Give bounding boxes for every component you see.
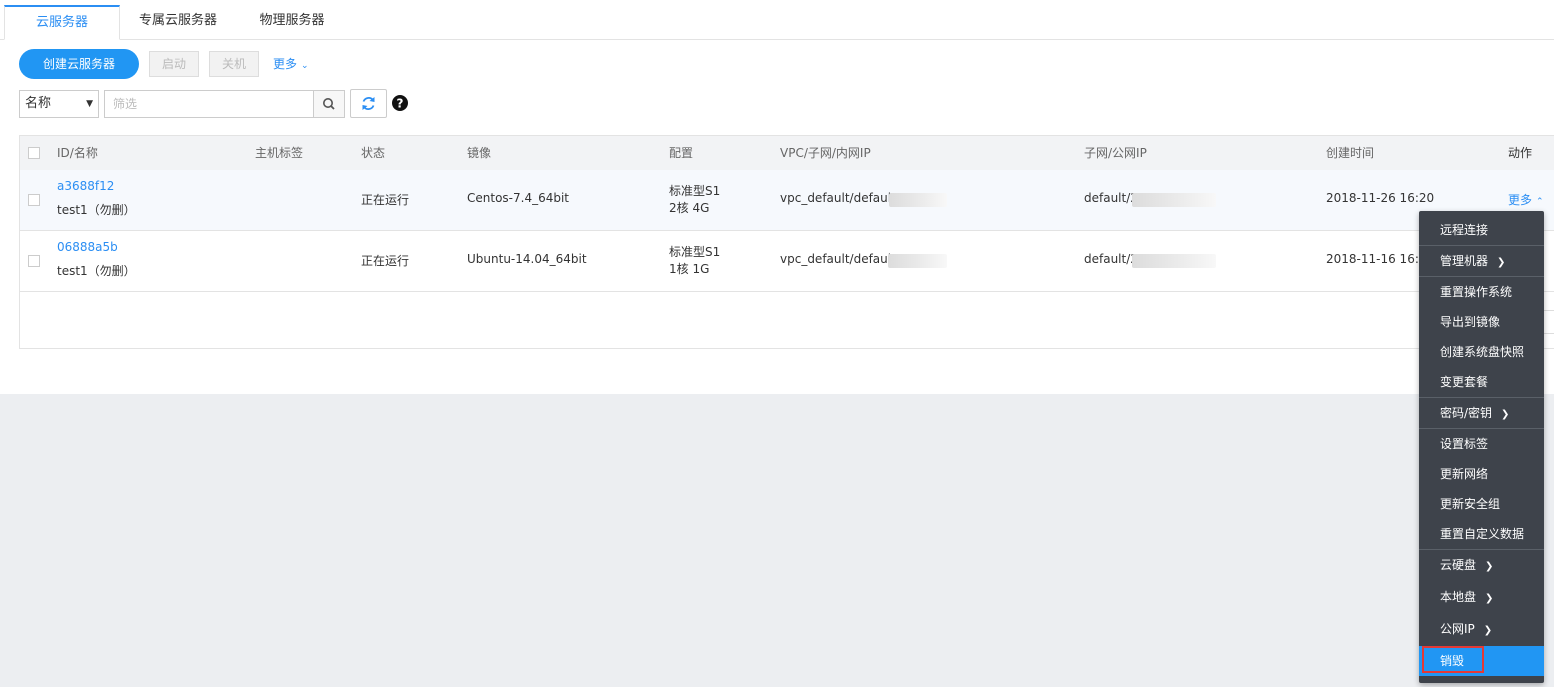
server-config-type: 标准型S1 — [669, 184, 721, 198]
row-actions-menu: 远程连接 管理机器 ❯ 重置操作系统 导出到镜像 创建系统盘快照 变更套餐 密码/… — [1419, 211, 1544, 683]
menu-item-label: 本地盘 — [1440, 590, 1477, 604]
chevron-right-icon: ❯ — [1497, 257, 1506, 268]
server-config-type: 标准型S1 — [669, 245, 721, 259]
chevron-right-icon: ❯ — [1483, 625, 1493, 636]
row-more-dropdown[interactable]: 更多 ⌃ — [1508, 191, 1544, 208]
menu-manage-machine[interactable]: 管理机器 ❯ — [1419, 246, 1544, 276]
server-config-spec: 1核 1G — [669, 262, 710, 276]
row-more-label: 更多 — [1508, 193, 1533, 207]
menu-set-tags[interactable]: 设置标签 — [1419, 429, 1544, 459]
filter-field-select[interactable]: 名称 ▼ — [19, 90, 99, 118]
chevron-up-icon: ⌃ — [1536, 197, 1544, 207]
start-button[interactable]: 启动 — [149, 51, 199, 77]
menu-item-label: 更新安全组 — [1440, 497, 1501, 511]
menu-reset-custom-data[interactable]: 重置自定义数据 — [1419, 519, 1544, 549]
menu-item-label: 创建系统盘快照 — [1440, 345, 1525, 359]
table-row: 06888a5b test1（勿删） 正在运行 Ubuntu-14.04_64b… — [20, 231, 1554, 292]
refresh-button[interactable] — [350, 89, 387, 118]
server-public-ip: default/2 — [1084, 252, 1138, 266]
tab-bar: 云服务器 专属云服务器 物理服务器 — [0, 0, 1554, 40]
menu-item-label: 更新网络 — [1440, 467, 1489, 481]
destroy-highlight-outline — [1422, 646, 1484, 673]
col-public-ip: 子网/公网IP — [1084, 146, 1147, 160]
menu-item-label: 变更套餐 — [1440, 375, 1489, 389]
server-id-link[interactable]: 06888a5b — [57, 240, 118, 254]
filter-input[interactable] — [104, 90, 314, 118]
col-status: 状态 — [361, 146, 386, 160]
tab-dedicated-cloud-server[interactable]: 专属云服务器 — [120, 5, 236, 39]
menu-update-security-group[interactable]: 更新安全组 — [1419, 489, 1544, 519]
tab-cloud-server[interactable]: 云服务器 — [4, 5, 120, 40]
menu-item-label: 云硬盘 — [1440, 558, 1477, 572]
help-icon[interactable]: ? — [392, 95, 408, 111]
redacted-ip — [888, 254, 947, 268]
table-header: ID/名称 主机标签 状态 镜像 配置 VPC/子网/内网IP 子网/公网IP … — [20, 136, 1554, 171]
menu-item-label: 公网IP — [1440, 622, 1475, 636]
tab-physical-server[interactable]: 物理服务器 — [236, 5, 348, 39]
search-button[interactable] — [313, 90, 345, 118]
menu-item-label: 重置自定义数据 — [1440, 527, 1525, 541]
caret-down-icon: ▼ — [86, 99, 93, 109]
menu-password-key[interactable]: 密码/密钥 ❯ — [1419, 398, 1544, 428]
server-status: 正在运行 — [361, 193, 410, 207]
redacted-ip — [1132, 254, 1216, 268]
redacted-ip — [889, 193, 947, 207]
chevron-right-icon: ❯ — [1485, 561, 1494, 572]
menu-item-label: 设置标签 — [1440, 437, 1489, 451]
col-host-tag: 主机标签 — [255, 146, 304, 160]
refresh-icon — [362, 97, 375, 110]
menu-update-network[interactable]: 更新网络 — [1419, 459, 1544, 489]
select-all-checkbox[interactable] — [28, 147, 40, 159]
menu-item-label: 密码/密钥 — [1440, 406, 1493, 420]
col-image: 镜像 — [467, 146, 492, 160]
menu-public-ip[interactable]: 公网IP ❯ — [1419, 614, 1544, 644]
server-config-spec: 2核 4G — [669, 201, 710, 215]
col-id-name: ID/名称 — [57, 146, 98, 160]
menu-change-plan[interactable]: 变更套餐 — [1419, 367, 1544, 397]
col-action: 动作 — [1508, 146, 1533, 160]
chevron-right-icon: ❯ — [1485, 593, 1494, 604]
menu-remote-connect[interactable]: 远程连接 — [1419, 215, 1544, 245]
server-vpc: vpc_default/default/ — [780, 252, 900, 266]
server-name: test1（勿删） — [57, 264, 136, 278]
search-icon — [323, 98, 335, 110]
toolbar-more-label: 更多 — [273, 57, 298, 71]
server-id-link[interactable]: a3688f12 — [57, 179, 114, 193]
col-vpc: VPC/子网/内网IP — [780, 146, 871, 160]
chevron-down-icon: ⌄ — [301, 61, 309, 71]
server-name: test1（勿删） — [57, 203, 136, 217]
menu-cloud-disk[interactable]: 云硬盘 ❯ — [1419, 550, 1544, 580]
server-status: 正在运行 — [361, 254, 410, 268]
menu-item-label: 管理机器 — [1440, 254, 1489, 268]
menu-reset-os[interactable]: 重置操作系统 — [1419, 277, 1544, 307]
server-public-ip: default/2 — [1084, 191, 1138, 205]
server-image: Centos-7.4_64bit — [467, 191, 570, 205]
toolbar-more-dropdown[interactable]: 更多 ⌄ — [273, 55, 309, 72]
menu-item-label: 重置操作系统 — [1440, 285, 1513, 299]
row-checkbox[interactable] — [28, 194, 40, 206]
server-created-time: 2018-11-26 16:20 — [1326, 191, 1435, 205]
create-server-button[interactable]: 创建云服务器 — [19, 49, 139, 79]
col-created: 创建时间 — [1326, 146, 1375, 160]
server-image: Ubuntu-14.04_64bit — [467, 252, 587, 266]
svg-text:?: ? — [397, 97, 404, 111]
server-table: ID/名称 主机标签 状态 镜像 配置 VPC/子网/内网IP 子网/公网IP … — [19, 135, 1554, 349]
chevron-right-icon: ❯ — [1501, 409, 1510, 420]
menu-item-label: 远程连接 — [1440, 223, 1489, 237]
filter-field-value: 名称 — [25, 96, 52, 111]
menu-item-label: 导出到镜像 — [1440, 315, 1501, 329]
menu-export-image[interactable]: 导出到镜像 — [1419, 307, 1544, 337]
row-checkbox[interactable] — [28, 255, 40, 267]
col-config: 配置 — [669, 146, 694, 160]
server-created-time: 2018-11-16 16:07 — [1326, 252, 1435, 266]
table-row: a3688f12 test1（勿删） 正在运行 Centos-7.4_64bit… — [20, 170, 1554, 231]
redacted-ip — [1132, 193, 1216, 207]
shutdown-button[interactable]: 关机 — [209, 51, 259, 77]
menu-create-snapshot[interactable]: 创建系统盘快照 — [1419, 337, 1544, 367]
menu-local-disk[interactable]: 本地盘 ❯ — [1419, 582, 1544, 612]
